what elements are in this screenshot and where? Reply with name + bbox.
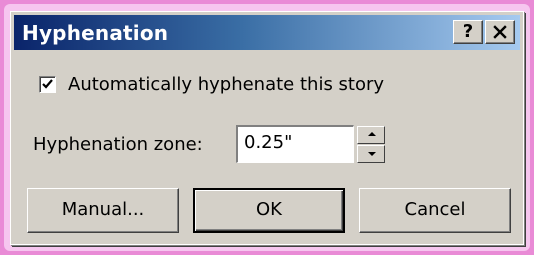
checkmark-icon	[42, 79, 53, 89]
arrow-down-icon	[368, 152, 376, 156]
close-icon	[493, 25, 507, 39]
spin-down-button[interactable]	[357, 145, 385, 163]
spin-up-button[interactable]	[357, 126, 385, 144]
auto-hyphenate-label: Automatically hyphenate this story	[68, 74, 385, 95]
auto-hyphenate-row[interactable]: Automatically hyphenate this story	[39, 74, 384, 95]
ok-button[interactable]: OK	[193, 188, 345, 233]
cancel-button[interactable]: Cancel	[359, 188, 511, 233]
title-bar[interactable]: Hyphenation ?	[14, 15, 520, 50]
hyphenation-zone-input[interactable]: 0.25"	[236, 125, 354, 163]
hyphenation-dialog: Hyphenation ? Automatically hyphenate th…	[10, 11, 524, 245]
help-button[interactable]: ?	[453, 20, 483, 44]
auto-hyphenate-checkbox[interactable]	[39, 76, 56, 93]
close-button[interactable]	[485, 20, 515, 44]
arrow-up-icon	[368, 132, 376, 136]
manual-button[interactable]: Manual...	[27, 188, 179, 233]
hyphenation-zone-label: Hyphenation zone:	[33, 134, 203, 155]
dialog-title: Hyphenation	[22, 21, 169, 45]
